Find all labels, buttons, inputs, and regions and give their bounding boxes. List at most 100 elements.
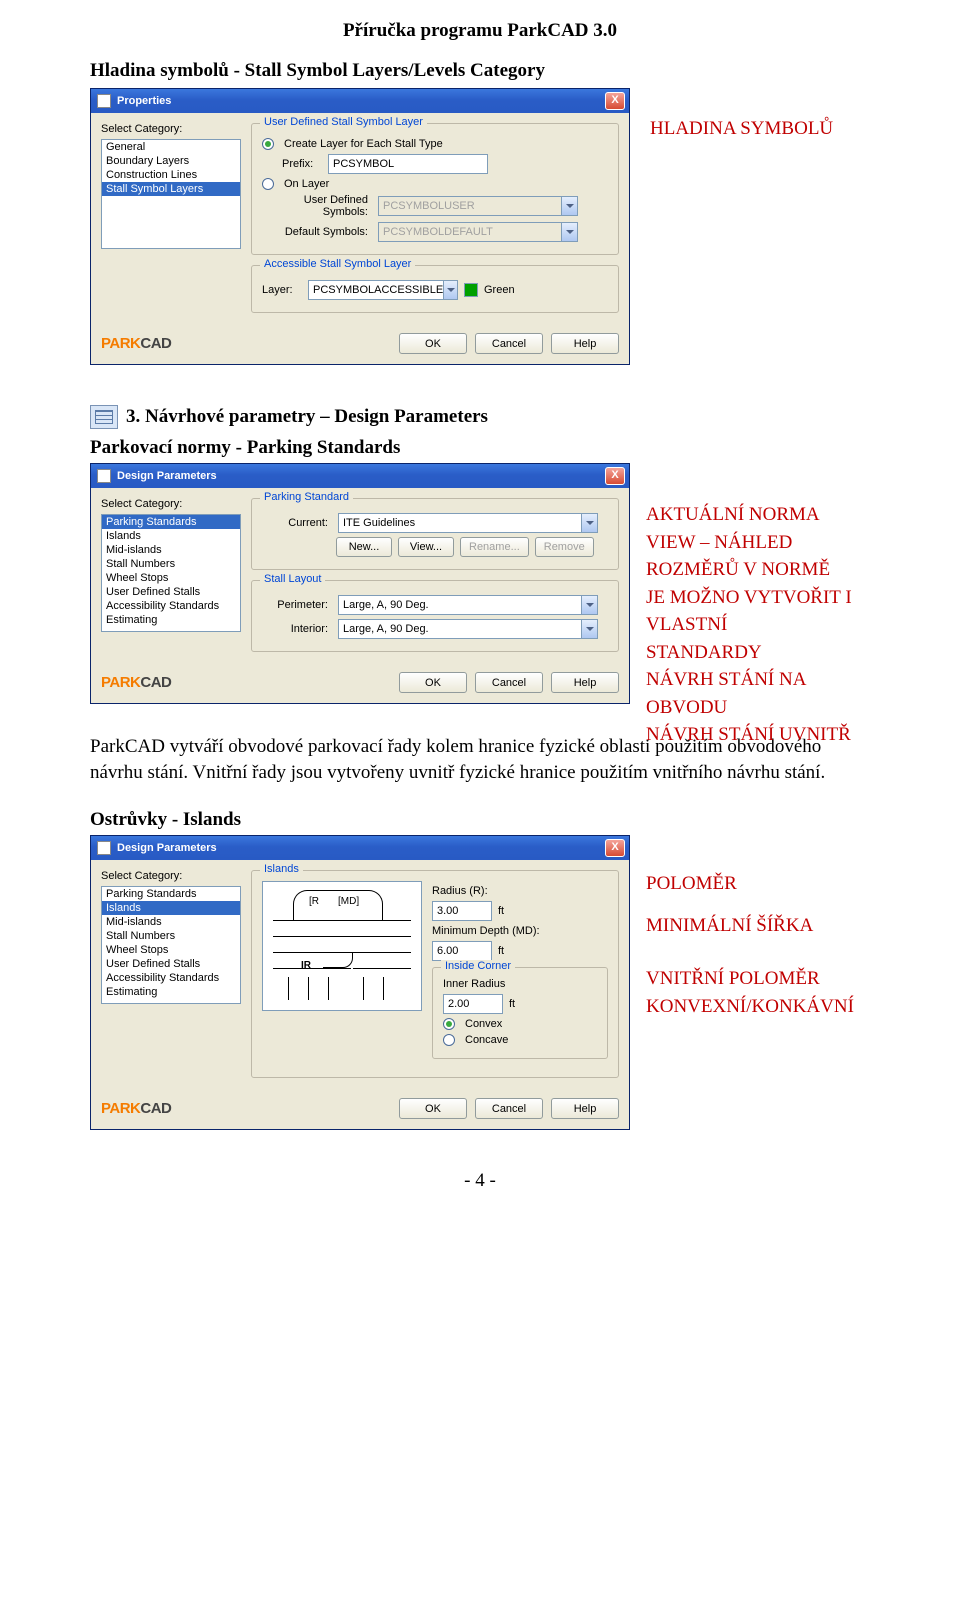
- list-item[interactable]: Estimating: [102, 613, 240, 627]
- chevron-down-icon[interactable]: [443, 281, 457, 299]
- new-button[interactable]: New...: [336, 537, 392, 557]
- list-item[interactable]: Islands: [102, 529, 240, 543]
- annot-line: VIEW – NÁHLED ROZMĚRŮ V NORMĚ: [646, 529, 870, 584]
- category-listbox[interactable]: Parking Standards Islands Mid-islands St…: [101, 886, 241, 1004]
- select-category-label: Select Category:: [101, 870, 241, 882]
- parkcad-logo: PARKCAD: [101, 335, 171, 352]
- list-item[interactable]: Wheel Stops: [102, 571, 240, 585]
- combo-value: PCSYMBOLACCESSIBLE: [313, 284, 443, 296]
- list-item[interactable]: Construction Lines: [102, 168, 240, 182]
- category-listbox[interactable]: Parking Standards Islands Mid-islands St…: [101, 514, 241, 632]
- inner-radius-label: Inner Radius: [443, 978, 597, 990]
- radio-on-layer[interactable]: [262, 178, 274, 190]
- chevron-down-icon[interactable]: [581, 514, 597, 532]
- titlebar: Design Parameters X: [91, 464, 629, 488]
- list-item[interactable]: Stall Numbers: [102, 929, 240, 943]
- list-item[interactable]: Islands: [102, 901, 240, 915]
- titlebar: Design Parameters X: [91, 836, 629, 860]
- md-input[interactable]: [432, 941, 492, 961]
- section2-num: 3.: [126, 406, 140, 427]
- radius-input[interactable]: [432, 901, 492, 921]
- color-name: Green: [484, 284, 515, 296]
- dialog-title: Properties: [117, 95, 171, 107]
- view-button[interactable]: View...: [398, 537, 454, 557]
- cancel-button[interactable]: Cancel: [475, 672, 543, 693]
- user-symbols-combo: PCSYMBOLUSER: [378, 196, 578, 216]
- combo-value: PCSYMBOLUSER: [383, 200, 475, 212]
- interior-label: Interior:: [262, 623, 332, 635]
- list-item[interactable]: Accessibility Standards: [102, 599, 240, 613]
- list-item[interactable]: Boundary Layers: [102, 154, 240, 168]
- list-item[interactable]: Mid-islands: [102, 543, 240, 557]
- diag-R: R: [312, 896, 319, 907]
- list-item[interactable]: Mid-islands: [102, 915, 240, 929]
- list-item[interactable]: User Defined Stalls: [102, 585, 240, 599]
- annotation-hladina: HLADINA SYMBOLŮ: [650, 118, 833, 140]
- close-icon[interactable]: X: [605, 92, 625, 110]
- inner-radius-input[interactable]: [443, 994, 503, 1014]
- chevron-down-icon[interactable]: [581, 596, 597, 614]
- chevron-down-icon: [561, 223, 577, 241]
- ok-button[interactable]: OK: [399, 672, 467, 693]
- list-item[interactable]: Estimating: [102, 985, 240, 999]
- group-legend: Stall Layout: [260, 573, 325, 585]
- list-item[interactable]: Parking Standards: [102, 515, 240, 529]
- select-category-label: Select Category:: [101, 498, 241, 510]
- help-button[interactable]: Help: [551, 672, 619, 693]
- ok-button[interactable]: OK: [399, 1098, 467, 1119]
- list-item[interactable]: User Defined Stalls: [102, 957, 240, 971]
- radio-create-label: Create Layer for Each Stall Type: [284, 138, 443, 150]
- combo-value: Large, A, 90 Deg.: [343, 599, 429, 611]
- doc-header: Příručka programu ParkCAD 3.0: [90, 20, 870, 42]
- list-item[interactable]: Stall Symbol Layers: [102, 182, 240, 196]
- combo-value: ITE Guidelines: [343, 517, 415, 529]
- properties-dialog: Properties X Select Category: General Bo…: [90, 88, 630, 365]
- radio-concave[interactable]: [443, 1034, 455, 1046]
- cancel-button[interactable]: Cancel: [475, 1098, 543, 1119]
- ok-button[interactable]: OK: [399, 333, 467, 354]
- close-icon[interactable]: X: [605, 839, 625, 857]
- interior-combo[interactable]: Large, A, 90 Deg.: [338, 619, 598, 639]
- radio-convex[interactable]: [443, 1018, 455, 1030]
- prefix-input[interactable]: [328, 154, 488, 174]
- color-swatch[interactable]: [464, 283, 478, 297]
- chevron-down-icon: [561, 197, 577, 215]
- perimeter-combo[interactable]: Large, A, 90 Deg.: [338, 595, 598, 615]
- combo-value: Large, A, 90 Deg.: [343, 623, 429, 635]
- list-item[interactable]: Accessibility Standards: [102, 971, 240, 985]
- list-item[interactable]: General: [102, 140, 240, 154]
- layer-combo[interactable]: PCSYMBOLACCESSIBLE: [308, 280, 458, 300]
- help-button[interactable]: Help: [551, 1098, 619, 1119]
- annot-line: NÁVRH STÁNÍ NA OBVODU: [646, 666, 870, 721]
- default-symbols-label: Default Symbols:: [262, 226, 372, 238]
- radio-create-layer[interactable]: [262, 138, 274, 150]
- group-legend: User Defined Stall Symbol Layer: [260, 116, 427, 128]
- help-button[interactable]: Help: [551, 333, 619, 354]
- group-legend: Islands: [260, 863, 303, 875]
- app-icon: [97, 841, 111, 855]
- islands-diagram: [R [MD] IR: [262, 881, 422, 1011]
- prefix-label: Prefix:: [282, 158, 322, 170]
- category-listbox[interactable]: General Boundary Layers Construction Lin…: [101, 139, 241, 249]
- current-label: Current:: [262, 517, 332, 529]
- rename-button: Rename...: [460, 537, 529, 557]
- perimeter-label: Perimeter:: [262, 599, 332, 611]
- page-number: - 4 -: [90, 1170, 870, 1192]
- group-legend: Inside Corner: [441, 960, 515, 972]
- islands-group: Islands [R [MD]: [251, 870, 619, 1078]
- list-item[interactable]: Wheel Stops: [102, 943, 240, 957]
- inside-corner-group: Inside Corner Inner Radius ft Convex: [432, 967, 608, 1059]
- chevron-down-icon[interactable]: [581, 620, 597, 638]
- close-icon[interactable]: X: [605, 467, 625, 485]
- cancel-button[interactable]: Cancel: [475, 333, 543, 354]
- md-label: Minimum Depth (MD):: [432, 925, 562, 937]
- current-standard-combo[interactable]: ITE Guidelines: [338, 513, 598, 533]
- group-legend: Accessible Stall Symbol Layer: [260, 258, 415, 270]
- section2-title: Návrhové parametry – Design Parameters: [145, 406, 488, 427]
- list-item[interactable]: Parking Standards: [102, 887, 240, 901]
- group-legend: Parking Standard: [260, 491, 353, 503]
- annot-line: AKTUÁLNÍ NORMA: [646, 501, 870, 529]
- list-item[interactable]: Stall Numbers: [102, 557, 240, 571]
- user-symbols-label: User Defined Symbols:: [262, 194, 372, 218]
- radio-on-label: On Layer: [284, 178, 329, 190]
